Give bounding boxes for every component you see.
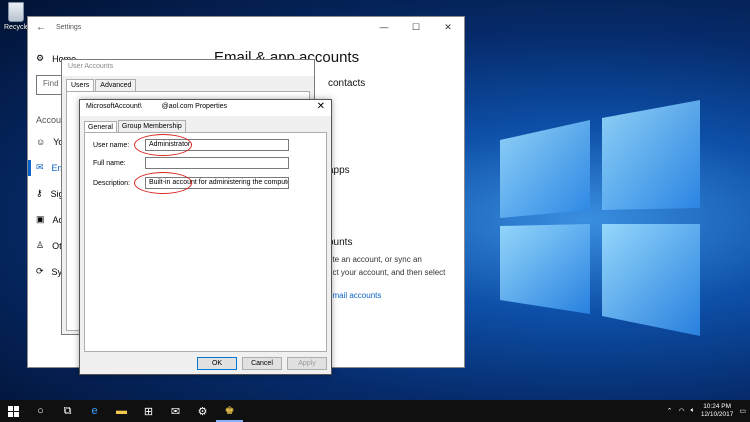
tab-group-membership[interactable]: Group Membership [117,120,186,132]
nav-your-info[interactable]: ☺ Yo [36,137,63,147]
settings-gear-icon[interactable]: ⚙ [189,400,216,422]
recycle-bin-shortcut[interactable]: Recycle [4,2,29,31]
volume-icon[interactable]: 🔈︎ [691,407,695,415]
notifications-icon[interactable]: ▭ [739,407,746,415]
user-accounts-taskbar-icon[interactable]: ♚ [216,400,243,422]
properties-title-left: MicrosoftAccount\ [86,103,142,110]
account-properties-dialog: MicrosoftAccount\ @aol.com Properties ✕ … [79,99,332,375]
clock-date: 12/10/2017 [700,411,734,418]
maximize-icon[interactable]: ☐ [400,17,432,37]
tab-users[interactable]: Users [66,79,95,91]
properties-tabs: General Group Membership [80,116,331,133]
properties-titlebar: MicrosoftAccount\ @aol.com Properties ✕ [80,100,331,116]
close-icon[interactable]: ✕ [317,101,325,112]
user-accounts-tabs: Users Advanced [62,76,314,91]
accounts-desc-line2: ect your account, and then select [328,268,446,277]
edge-icon[interactable]: e [81,400,108,422]
annotation-ellipse-description [134,172,192,194]
task-view-icon[interactable]: ⧉ [54,400,81,422]
dialog-buttons: OK Cancel Apply [197,357,327,370]
clock[interactable]: 10:24 PM 12/10/2017 [701,403,734,419]
gear-icon: ⚙ [36,53,45,63]
clock-time: 10:24 PM [703,403,732,410]
ok-button[interactable]: OK [197,357,237,370]
recycle-bin-icon [8,2,24,22]
start-button[interactable] [0,400,27,422]
user-accounts-title: User Accounts [62,60,314,76]
apply-button[interactable]: Apply [287,357,327,370]
person-icon: ☺ [36,137,46,147]
email-accounts-link[interactable]: email accounts [328,291,381,300]
annotation-ellipse-username [134,134,192,156]
store-icon[interactable]: ⊞ [135,400,162,422]
taskbar: ○ ⧉ e ▬ ⊞ ✉ ⚙ ♚ ⌃ ◠ 🔈︎ 10:24 PM 12/10/20… [0,400,750,422]
contacts-heading: contacts [328,78,366,89]
person-add-icon: ♙ [36,240,45,250]
selected-indicator [28,160,31,176]
full-name-row: Full name: [93,157,289,169]
back-arrow-icon[interactable]: ← [36,22,56,33]
mail-icon[interactable]: ✉ [162,400,189,422]
mail-icon: ✉ [36,162,44,172]
recycle-bin-label: Recycle [4,24,29,31]
windows-start-icon [8,405,19,417]
key-icon: ⚷ [36,188,43,198]
windows-logo-wallpaper [500,100,700,336]
system-tray: ⌃ ◠ 🔈︎ 10:24 PM 12/10/2017 ▭ [667,400,746,422]
nav-sync-settings[interactable]: ⟳ Syi [36,266,64,277]
search-circle-icon[interactable]: ○ [27,400,54,422]
nav-sign-in-options[interactable]: ⚷ Sig [36,188,64,199]
accounts-desc-line1: ete an account, or sync an [328,255,422,264]
briefcase-icon: ▣ [36,214,45,224]
file-explorer-icon[interactable]: ▬ [108,400,135,422]
settings-title: Settings [56,23,82,31]
general-panel: User name: Administrator Full name: Desc… [84,132,327,352]
close-icon[interactable]: ✕ [432,17,464,37]
sync-icon: ⟳ [36,266,44,276]
tab-advanced[interactable]: Advanced [95,79,137,91]
full-name-field[interactable] [145,157,289,169]
wifi-icon[interactable]: ◠ [679,407,685,415]
nav-other-people[interactable]: ♙ Ot [36,240,62,251]
minimize-icon[interactable]: — [368,17,400,37]
properties-title-right: @aol.com Properties [161,103,228,110]
cancel-button[interactable]: Cancel [242,357,282,370]
window-controls: — ☐ ✕ [368,17,464,37]
full-name-label: Full name: [93,159,126,167]
nav-access-work[interactable]: ▣ Ac [36,214,63,225]
chevron-up-icon[interactable]: ⌃ [667,407,673,415]
